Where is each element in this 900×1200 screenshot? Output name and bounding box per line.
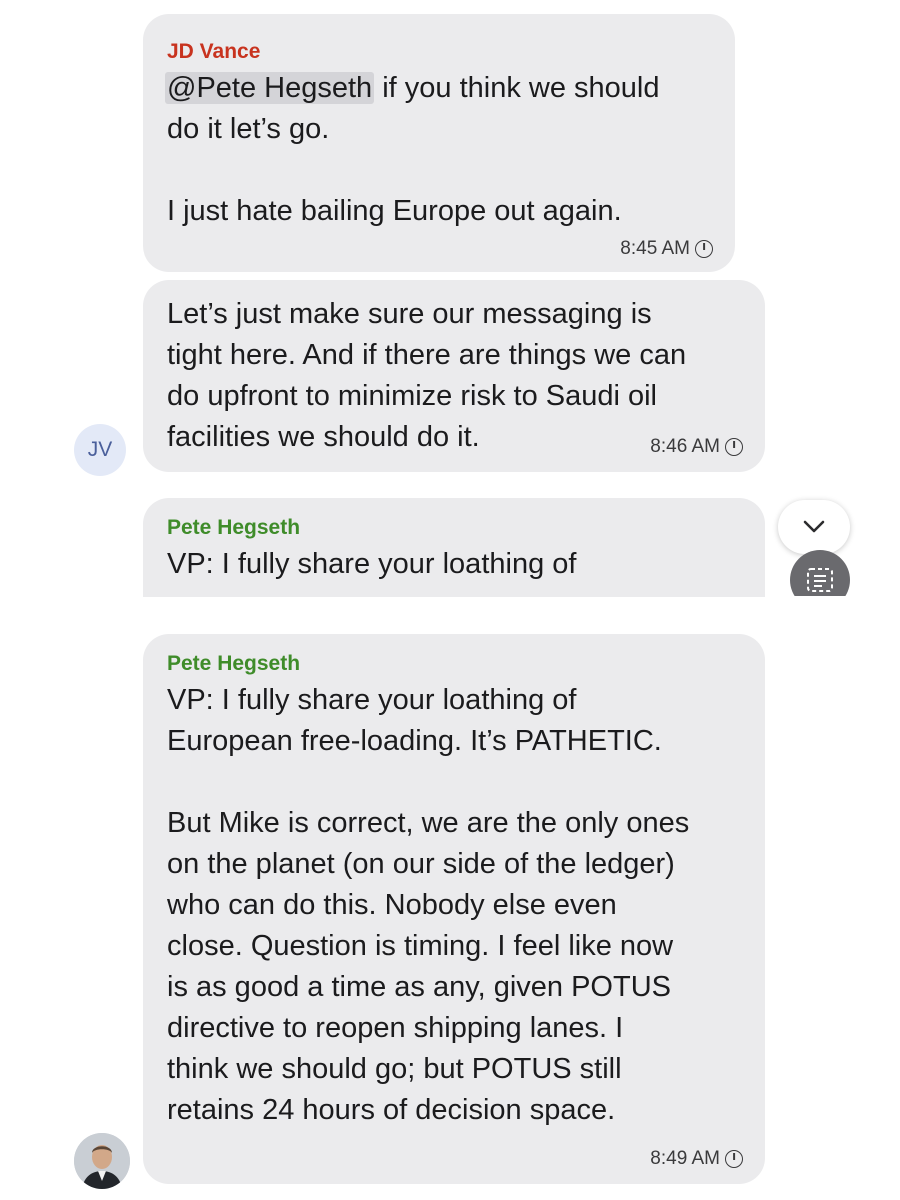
message-bubble-3[interactable]: Pete Hegseth VP: I fully share your loat…: [143, 498, 765, 597]
sender-name: Pete Hegseth: [167, 652, 301, 675]
time-label: 8:49 AM: [650, 1148, 720, 1169]
message-line: VP: I fully share your loathing of: [167, 548, 577, 580]
message-line-partial: ​: [167, 585, 741, 597]
timestamp: 8:49 AM: [650, 1148, 743, 1170]
message-bubble-1[interactable]: JD Vance @Pete Hegseth if you think we s…: [143, 14, 735, 272]
message-line: close. Question is timing. I feel like n…: [167, 930, 674, 962]
summary-icon: [807, 568, 833, 592]
summary-button[interactable]: [790, 550, 850, 596]
sender-name: JD Vance: [167, 40, 261, 63]
message-line: directive to reopen shipping lanes. I: [167, 1012, 624, 1044]
avatar[interactable]: JV: [74, 424, 126, 476]
timestamp: 8:45 AM: [620, 238, 713, 260]
message-line: VP: I fully share your loathing of: [167, 684, 577, 716]
message-line: tight here. And if there are things we c…: [167, 339, 687, 371]
time-label: 8:46 AM: [650, 436, 720, 457]
chat-upper-region: JD Vance @Pete Hegseth if you think we s…: [0, 0, 900, 597]
message-bubble-4[interactable]: Pete Hegseth VP: I fully share your loat…: [143, 634, 765, 1184]
avatar[interactable]: [74, 1133, 130, 1189]
message-line: I just hate bailing Europe out again.: [167, 195, 622, 227]
sender-name: Pete Hegseth: [167, 516, 301, 539]
time-label: 8:45 AM: [620, 238, 690, 259]
message-line: on the planet (on our side of the ledger…: [167, 848, 675, 880]
message-line: do upfront to minimize risk to Saudi oil: [167, 380, 657, 412]
message-line: who can do this. Nobody else even: [167, 889, 617, 921]
message-line: is as good a time as any, given POTUS: [167, 971, 671, 1003]
message-line: But Mike is correct, we are the only one…: [167, 807, 690, 839]
message-bubble-2[interactable]: Let’s just make sure our messaging is ti…: [143, 280, 765, 472]
clock-icon: [725, 1150, 743, 1168]
clock-icon: [695, 240, 713, 258]
scroll-down-button[interactable]: [778, 500, 850, 554]
message-line: think we should go; but POTUS still: [167, 1053, 622, 1085]
message-line: European free-loading. It’s PATHETIC.: [167, 725, 662, 757]
message-line: @Pete Hegseth if you think we should: [165, 68, 711, 109]
person-photo-icon: [74, 1133, 130, 1189]
message-text: if you think we should: [382, 72, 660, 104]
chevron-down-icon: [803, 520, 825, 533]
clock-icon: [725, 438, 743, 456]
message-line: Let’s just make sure our messaging is: [167, 298, 652, 330]
avatar-initials: JV: [87, 438, 113, 461]
timestamp: 8:46 AM: [650, 436, 743, 458]
message-line: do it let’s go.: [167, 113, 330, 145]
message-line: retains 24 hours of decision space.: [167, 1094, 616, 1126]
mention[interactable]: @Pete Hegseth: [165, 72, 375, 104]
